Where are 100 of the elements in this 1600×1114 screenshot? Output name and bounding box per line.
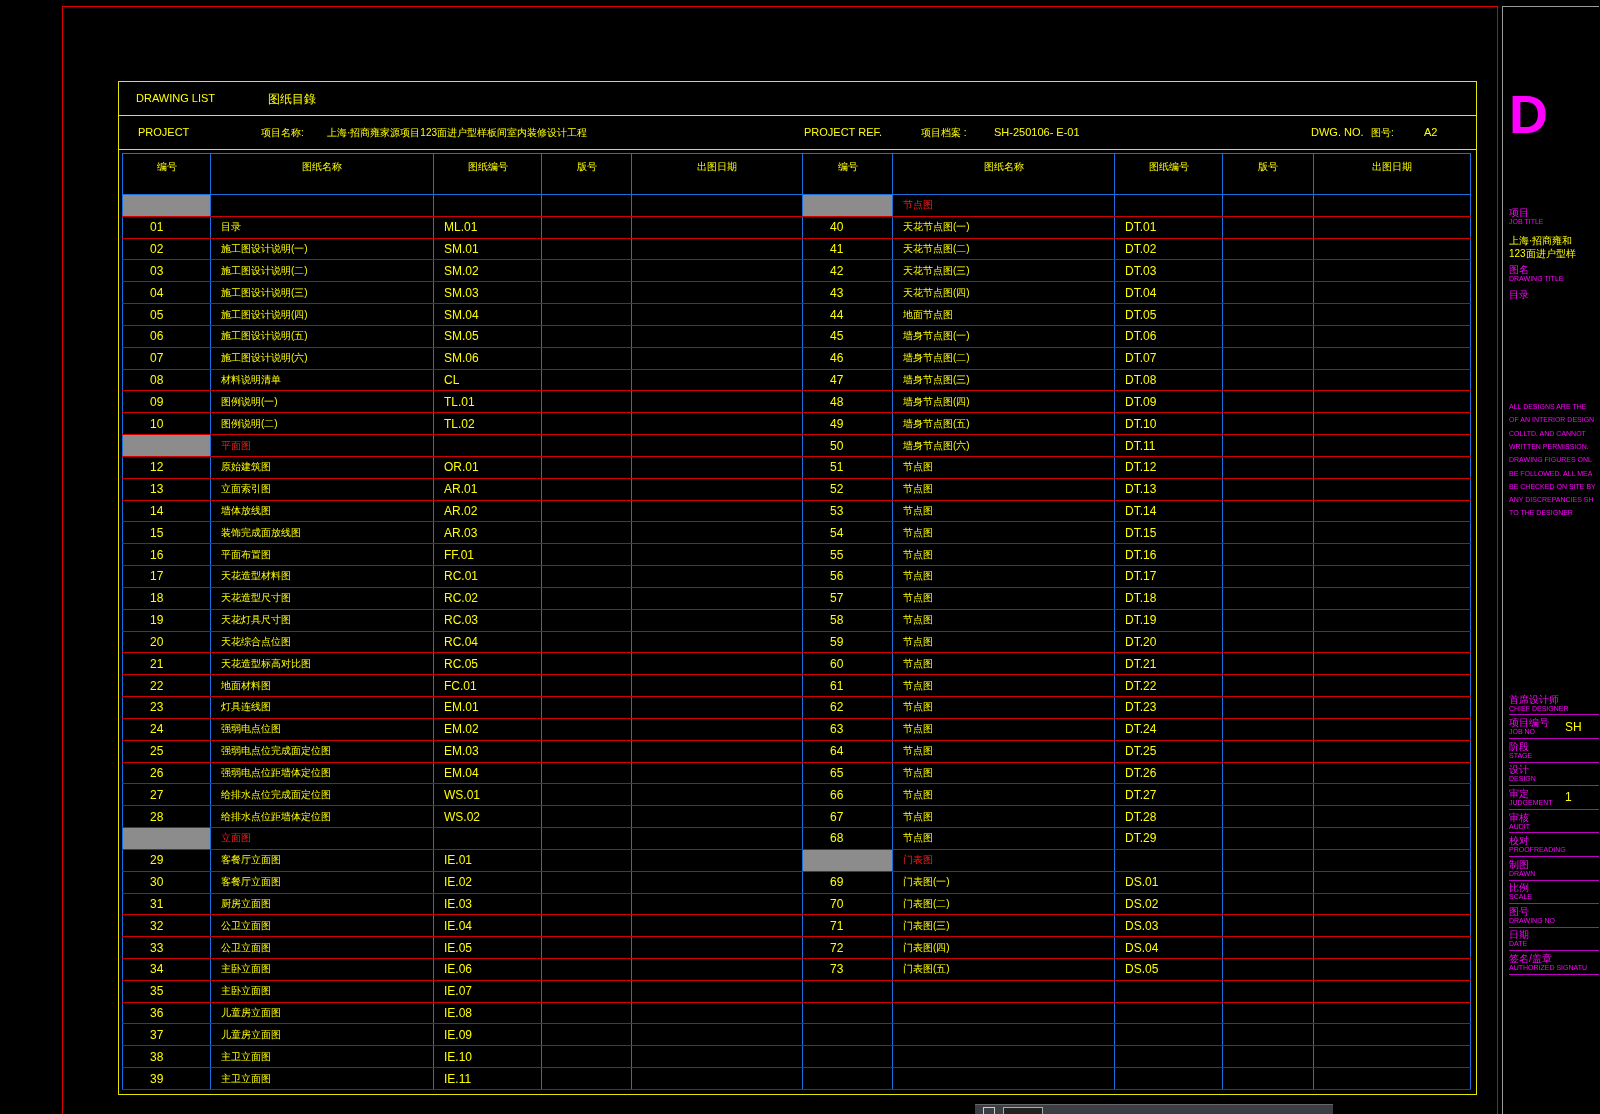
table-cell: 主卫立面图 xyxy=(210,1067,434,1090)
field-label: 审核 xyxy=(1509,811,1529,823)
table-cell: 49 xyxy=(802,412,893,435)
table-cell: 天花节点图(二) xyxy=(892,238,1115,260)
field-label: 日期 xyxy=(1509,929,1530,941)
section-heading: 立面图 xyxy=(210,827,434,850)
table-cell: SM.04 xyxy=(433,303,542,326)
table-cell: 28 xyxy=(122,805,211,828)
table-cell: DT.21 xyxy=(1114,652,1223,675)
table-cell: 66 xyxy=(802,783,893,806)
table-cell: DS.01 xyxy=(1114,871,1223,893)
table-cell: 墙身节点图(四) xyxy=(892,390,1115,413)
field-label: 审定 xyxy=(1509,787,1530,799)
table-cell: DS.02 xyxy=(1114,893,1223,915)
table-cell: 天花造型标高对比图 xyxy=(210,652,434,675)
column-header: 图纸名称 xyxy=(892,153,1115,195)
table-cell: 22 xyxy=(122,674,211,697)
field-value: SH xyxy=(1565,718,1582,736)
table-cell: 67 xyxy=(802,805,893,828)
table-cell: 18 xyxy=(122,587,211,610)
table-cell: 29 xyxy=(122,849,211,872)
table-cell: 施工图设计说明(四) xyxy=(210,303,434,326)
table-cell: 34 xyxy=(122,958,211,981)
table-cell: 50 xyxy=(802,434,893,457)
table-cell: 44 xyxy=(802,303,893,326)
table-cell: 72 xyxy=(802,936,893,959)
table-cell: DT.14 xyxy=(1114,500,1223,522)
table-cell: 63 xyxy=(802,718,893,741)
table-cell: 25 xyxy=(122,740,211,763)
drawing-title-label: 图名 xyxy=(1509,264,1530,276)
table-cell: 墙身节点图(六) xyxy=(892,434,1115,457)
table-cell: 20 xyxy=(122,631,211,653)
column-header: 图纸编号 xyxy=(1114,153,1223,195)
table-cell: DT.18 xyxy=(1114,587,1223,610)
table-cell: 强弱电点位图 xyxy=(210,718,434,741)
drawing-number-label: 图号: xyxy=(1371,126,1395,140)
table-cell: 门表图(五) xyxy=(892,958,1115,981)
table-cell: IE.03 xyxy=(433,893,542,915)
table-cell: DT.15 xyxy=(1114,521,1223,544)
table-cell: 13 xyxy=(122,478,211,501)
table-cell: 原始建筑图 xyxy=(210,456,434,479)
table-cell: 节点图 xyxy=(892,456,1115,479)
table-cell: OR.01 xyxy=(433,456,542,479)
column-header: 出图日期 xyxy=(1313,153,1471,195)
table-cell: 56 xyxy=(802,565,893,588)
table-cell: 墙身节点图(二) xyxy=(892,347,1115,370)
table-cell: 26 xyxy=(122,762,211,784)
table-cell: 01 xyxy=(122,216,211,239)
table-cell: 地面节点图 xyxy=(892,303,1115,326)
table-cell: 节点图 xyxy=(892,805,1115,828)
table-cell: 儿童房立面图 xyxy=(210,1023,434,1046)
table-cell: 43 xyxy=(802,281,893,304)
table-cell: 09 xyxy=(122,390,211,413)
table-cell: EM.02 xyxy=(433,718,542,741)
table-cell: DT.06 xyxy=(1114,325,1223,348)
table-cell: 强弱电点位距墙体定位图 xyxy=(210,762,434,784)
table-cell: IE.07 xyxy=(433,980,542,1003)
table-cell: 40 xyxy=(802,216,893,239)
table-cell: FF.01 xyxy=(433,543,542,566)
table-cell: 30 xyxy=(122,871,211,893)
table-cell: 墙身节点图(一) xyxy=(892,325,1115,348)
table-cell: ML.01 xyxy=(433,216,542,239)
project-name: 上海·招商雍家源项目123面进户型样板间室内装修设计工程 xyxy=(327,126,588,140)
project-ref-label: 项目档案 : xyxy=(921,126,968,140)
dropdown-field-icon[interactable] xyxy=(1003,1107,1043,1114)
table-cell: 04 xyxy=(122,281,211,304)
table-cell: 平面布置图 xyxy=(210,543,434,566)
table-cell: 39 xyxy=(122,1067,211,1090)
field-label: 图号 xyxy=(1509,905,1530,917)
table-cell: 节点图 xyxy=(892,565,1115,588)
table-cell: DT.24 xyxy=(1114,718,1223,741)
table-cell: DT.07 xyxy=(1114,347,1223,370)
table-cell: DT.28 xyxy=(1114,805,1223,828)
table-cell: 41 xyxy=(802,238,893,260)
table-cell: DT.16 xyxy=(1114,543,1223,566)
field-label: 签名/盖章 xyxy=(1509,953,1553,965)
table-cell: DT.29 xyxy=(1114,827,1223,850)
table-cell: 节点图 xyxy=(892,827,1115,850)
table-cell: DT.20 xyxy=(1114,631,1223,653)
table-cell: TL.01 xyxy=(433,390,542,413)
project-name-label: 项目名称: xyxy=(261,126,305,140)
table-cell: IE.05 xyxy=(433,936,542,959)
table-cell: 节点图 xyxy=(892,609,1115,632)
table-cell: 68 xyxy=(802,827,893,850)
table-cell: 儿童房立面图 xyxy=(210,1002,434,1024)
table-cell: IE.04 xyxy=(433,914,542,937)
table-cell: IE.08 xyxy=(433,1002,542,1024)
table-cell: 55 xyxy=(802,543,893,566)
drawing-title: 目录 xyxy=(1509,289,1530,301)
table-cell: DT.27 xyxy=(1114,783,1223,806)
table-cell: 21 xyxy=(122,652,211,675)
table-cell: 主卧立面图 xyxy=(210,958,434,981)
table-cell: 53 xyxy=(802,500,893,522)
table-cell: FC.01 xyxy=(433,674,542,697)
table-cell: DT.04 xyxy=(1114,281,1223,304)
column-header: 编号 xyxy=(802,153,893,195)
table-cell: 节点图 xyxy=(892,718,1115,741)
table-cell: 公卫立面图 xyxy=(210,914,434,937)
layout-icon[interactable] xyxy=(983,1107,995,1114)
table-cell: 节点图 xyxy=(892,762,1115,784)
